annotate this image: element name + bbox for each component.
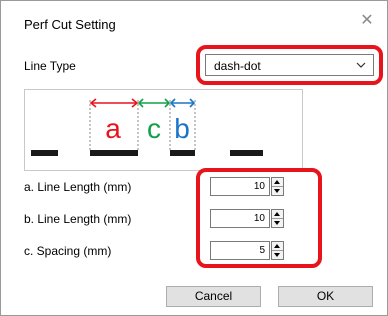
line-type-value: dash-dot bbox=[214, 59, 261, 73]
line-pattern-preview: a c b bbox=[24, 89, 303, 171]
increment-button[interactable] bbox=[272, 242, 283, 251]
spacing-c-input[interactable]: 5 bbox=[210, 241, 270, 260]
title-bar: Perf Cut Setting ✕ bbox=[1, 1, 387, 41]
line-length-b-spinner: 10 bbox=[210, 209, 284, 228]
arrow-up-icon bbox=[274, 180, 280, 184]
chevron-down-icon bbox=[356, 62, 366, 68]
line-length-b-label: b. Line Length (mm) bbox=[24, 212, 132, 226]
dash-segment bbox=[31, 150, 58, 156]
line-length-b-input[interactable]: 10 bbox=[210, 209, 270, 228]
arrow-up-icon bbox=[274, 212, 280, 216]
cancel-button[interactable]: Cancel bbox=[166, 286, 261, 307]
decrement-button[interactable] bbox=[272, 219, 283, 227]
increment-button[interactable] bbox=[272, 178, 283, 187]
increment-button[interactable] bbox=[272, 210, 283, 219]
spacing-c-label: c. Spacing (mm) bbox=[24, 244, 112, 258]
preview-graphic: a c b bbox=[31, 98, 263, 156]
letter-b: b bbox=[174, 113, 190, 144]
arrow-down-icon bbox=[274, 189, 280, 193]
line-length-a-input[interactable]: 10 bbox=[210, 177, 270, 196]
line-length-a-label: a. Line Length (mm) bbox=[24, 180, 132, 194]
arrow-down-icon bbox=[274, 253, 280, 257]
dash-segment bbox=[230, 150, 263, 156]
line-type-label: Line Type bbox=[24, 59, 76, 73]
line-length-a-spinner: 10 bbox=[210, 177, 284, 196]
close-icon[interactable]: ✕ bbox=[359, 13, 375, 29]
letter-c: c bbox=[147, 113, 161, 144]
perf-cut-setting-dialog: Perf Cut Setting ✕ Line Type dash-dot a … bbox=[0, 0, 388, 316]
spacing-c-spinner: 5 bbox=[210, 241, 284, 260]
arrow-up-icon bbox=[274, 244, 280, 248]
dash-segment bbox=[90, 150, 138, 156]
line-type-select[interactable]: dash-dot bbox=[205, 54, 374, 76]
decrement-button[interactable] bbox=[272, 251, 283, 259]
arrow-down-icon bbox=[274, 221, 280, 225]
ok-button[interactable]: OK bbox=[278, 286, 373, 307]
dialog-title: Perf Cut Setting bbox=[24, 17, 116, 32]
decrement-button[interactable] bbox=[272, 187, 283, 195]
letter-a: a bbox=[105, 113, 121, 144]
dash-segment bbox=[170, 150, 195, 156]
